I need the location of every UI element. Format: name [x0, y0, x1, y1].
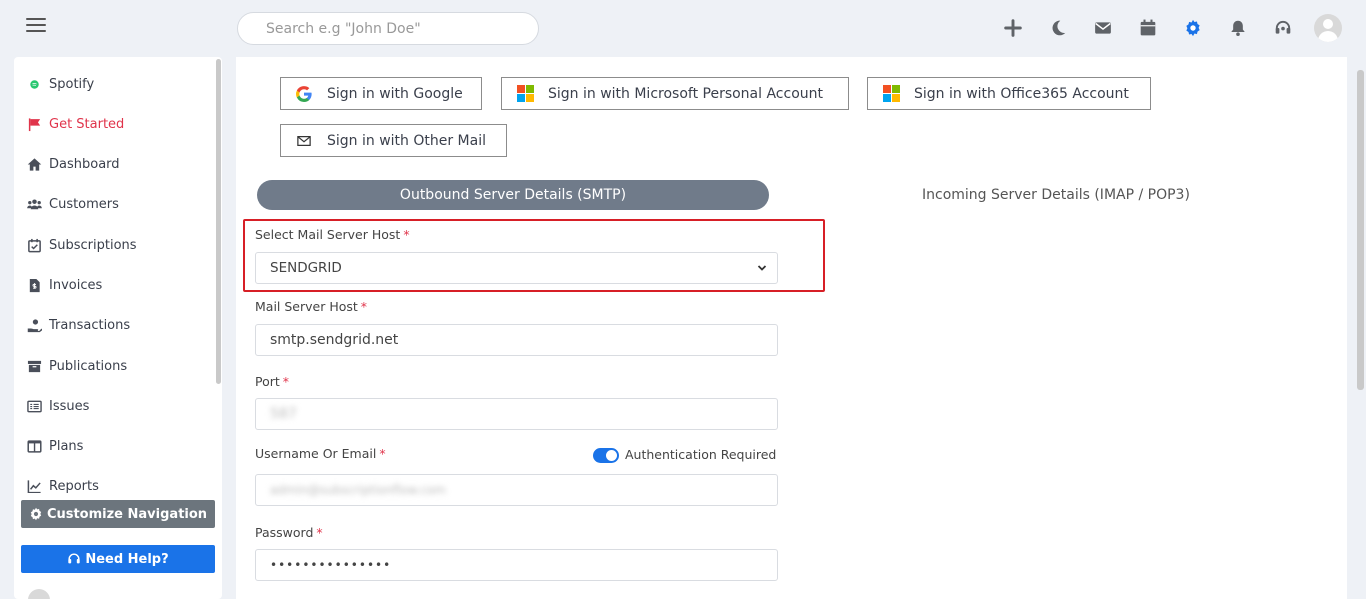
list-icon: [26, 398, 42, 414]
columns-icon: [26, 438, 42, 454]
sidebar-item-label: Invoices: [49, 277, 103, 293]
page-scrollbar[interactable]: [1357, 70, 1364, 390]
mail-icon[interactable]: [1092, 16, 1114, 40]
sign-in-office365-label: Sign in with Office365 Account: [914, 85, 1129, 102]
gear-icon: [30, 507, 42, 521]
sidebar-item-label: Dashboard: [49, 156, 120, 172]
sign-in-other-mail-button[interactable]: Sign in with Other Mail: [280, 124, 507, 157]
microsoft-icon: [882, 85, 900, 103]
sidebar-item-label: Issues: [49, 398, 90, 414]
sidebar-item-label: Spotify: [49, 76, 95, 92]
chart-line-icon: [26, 478, 42, 493]
sidebar-item-plans[interactable]: Plans: [26, 435, 83, 457]
tab-outbound-smtp[interactable]: Outbound Server Details (SMTP): [257, 180, 769, 210]
tab-incoming-label: Incoming Server Details (IMAP / POP3): [922, 187, 1190, 203]
invoice-icon: [26, 277, 42, 293]
headset-icon: [68, 553, 80, 564]
search-input[interactable]: [237, 12, 539, 45]
port-value: 587: [270, 406, 297, 422]
bell-icon[interactable]: [1227, 16, 1249, 40]
password-label: Password *: [255, 525, 323, 540]
top-icon-bar: [979, 14, 1342, 42]
archive-icon: [26, 358, 42, 374]
sidebar-item-label: Plans: [49, 438, 84, 454]
mail-server-host-label: Mail Server Host *: [255, 299, 368, 314]
sidebar-item-subscriptions[interactable]: Subscriptions: [26, 234, 137, 256]
sidebar-item-transactions[interactable]: Transactions: [26, 314, 130, 336]
password-value: •••••••••••••••: [270, 558, 392, 572]
mail-server-host-select[interactable]: SENDGRID: [255, 252, 778, 284]
users-icon: [26, 196, 42, 212]
sidebar-item-spotify[interactable]: Spotify: [26, 73, 94, 95]
mail-server-host-input[interactable]: smtp.sendgrid.net: [255, 324, 778, 356]
google-icon: [295, 85, 313, 103]
tab-incoming-imap[interactable]: Incoming Server Details (IMAP / POP3): [922, 187, 1190, 203]
sign-in-microsoft-label: Sign in with Microsoft Personal Account: [548, 85, 824, 102]
main-panel: Sign in with Google Sign in with Microso…: [236, 57, 1347, 599]
sign-in-microsoft-button[interactable]: Sign in with Microsoft Personal Account: [501, 77, 849, 110]
plus-icon[interactable]: [1002, 16, 1024, 40]
sidebar-item-label: Customers: [49, 196, 119, 212]
authentication-label: Authentication Required: [625, 447, 777, 462]
top-bar: [0, 0, 1366, 56]
selected-value: SENDGRID: [270, 260, 342, 276]
sign-in-google-label: Sign in with Google: [327, 85, 463, 102]
sign-in-other-mail-label: Sign in with Other Mail: [327, 132, 486, 149]
tab-outbound-label: Outbound Server Details (SMTP): [399, 187, 627, 203]
user-avatar[interactable]: [1314, 14, 1342, 42]
sidebar-nav: Spotify Get Started Dashboard Customers …: [14, 57, 222, 493]
need-help-button[interactable]: Need Help?: [21, 545, 215, 573]
sidebar-item-publications[interactable]: Publications: [26, 355, 127, 377]
sidebar-item-label: Transactions: [49, 317, 131, 333]
port-label: Port *: [255, 374, 290, 389]
sidebar-item-get-started[interactable]: Get Started: [26, 113, 124, 135]
sidebar-item-issues[interactable]: Issues: [26, 395, 89, 417]
authentication-toggle[interactable]: [593, 448, 619, 463]
calendar-icon[interactable]: [1137, 16, 1159, 40]
microsoft-icon: [516, 85, 534, 103]
sidebar-item-label: Get Started: [49, 116, 125, 132]
sidebar-item-label: Reports: [49, 478, 99, 494]
home-icon: [26, 156, 42, 172]
flag-icon: [26, 116, 42, 132]
password-input[interactable]: •••••••••••••••: [255, 549, 778, 581]
customize-navigation-button[interactable]: Customize Navigation: [21, 500, 215, 528]
envelope-icon: [295, 132, 313, 150]
username-label: Username Or Email *: [255, 446, 386, 461]
status-dot-icon: [26, 76, 42, 92]
sidebar: Spotify Get Started Dashboard Customers …: [14, 57, 222, 599]
sidebar-scrollbar[interactable]: [216, 59, 221, 384]
customize-navigation-label: Customize Navigation: [46, 506, 208, 522]
sign-in-google-button[interactable]: Sign in with Google: [280, 77, 482, 110]
hand-coin-icon: [26, 317, 42, 333]
mail-server-host-value: smtp.sendgrid.net: [270, 332, 399, 348]
gear-icon[interactable]: [1182, 16, 1204, 40]
sidebar-item-label: Publications: [49, 358, 128, 374]
need-help-label: Need Help?: [85, 551, 169, 567]
calendar-check-icon: [26, 237, 42, 253]
sidebar-item-invoices[interactable]: Invoices: [26, 274, 102, 296]
username-input[interactable]: admin@subscriptionflow.com: [255, 474, 778, 506]
sign-in-office365-button[interactable]: Sign in with Office365 Account: [867, 77, 1151, 110]
sidebar-item-dashboard[interactable]: Dashboard: [26, 153, 120, 175]
port-input[interactable]: 587: [255, 398, 778, 430]
sidebar-footer-avatar: [28, 589, 50, 599]
sidebar-item-customers[interactable]: Customers: [26, 193, 119, 215]
select-host-label: Select Mail Server Host *: [255, 227, 410, 242]
hamburger-menu-icon[interactable]: [26, 18, 46, 34]
headset-icon[interactable]: [1272, 16, 1294, 40]
chevron-down-icon: [757, 265, 767, 271]
sidebar-item-label: Subscriptions: [49, 237, 137, 253]
moon-icon[interactable]: [1047, 16, 1069, 40]
username-value: admin@subscriptionflow.com: [270, 483, 446, 497]
sidebar-item-reports[interactable]: Reports: [26, 475, 99, 493]
